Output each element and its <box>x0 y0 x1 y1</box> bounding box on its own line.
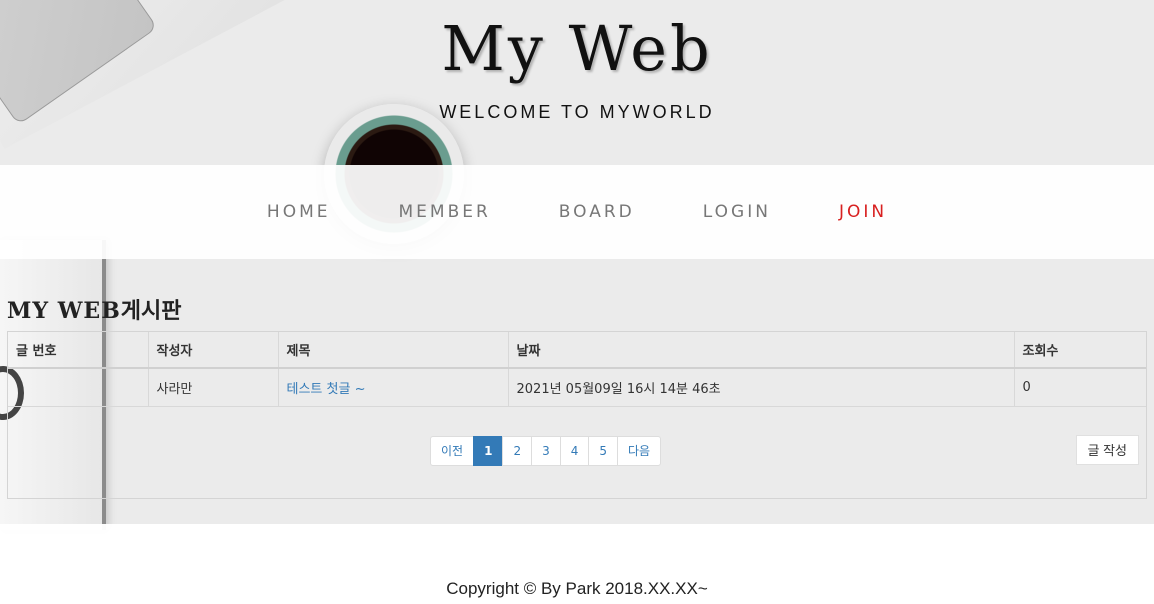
column-header-author: 작성자 <box>148 332 279 369</box>
board-section: MY WEB게시판 글 번호 작성자 제목 날짜 조회수 사라만 테스트 첫글 … <box>0 259 1154 524</box>
row-number <box>8 368 149 407</box>
pagination: 이전 1 2 3 4 5 다음 <box>430 435 662 466</box>
nav-join-link[interactable]: JOIN <box>839 202 887 222</box>
row-date: 2021년 05월09일 16시 14분 46초 <box>508 368 1015 407</box>
nav-board-link[interactable]: BOARD <box>559 202 635 222</box>
post-subject-link[interactable]: 테스트 첫글 ~ <box>287 382 366 397</box>
pagination-page-5[interactable]: 5 <box>588 435 619 466</box>
pager-row: 이전 1 2 3 4 5 다음 글 작성 <box>8 407 1146 499</box>
column-header-date: 날짜 <box>508 332 1015 369</box>
board-title: MY WEB게시판 <box>7 293 1147 324</box>
pagination-page-4[interactable]: 4 <box>559 435 590 466</box>
column-header-number: 글 번호 <box>8 332 149 369</box>
nav-home-link[interactable]: HOME <box>267 202 331 222</box>
pagination-prev-button[interactable]: 이전 <box>430 435 475 466</box>
column-header-views: 조회수 <box>1014 332 1146 369</box>
copyright-text: Copyright © By Park 2018.XX.XX~ <box>446 579 708 598</box>
table-header-row: 글 번호 작성자 제목 날짜 조회수 <box>8 332 1146 369</box>
site-subtitle: WELCOME TO MYWORLD <box>439 102 715 122</box>
row-views: 0 <box>1014 368 1146 407</box>
board-panel: 글 번호 작성자 제목 날짜 조회수 사라만 테스트 첫글 ~ 2021년 05… <box>7 331 1147 499</box>
main-nav: HOME MEMBER BOARD LOGIN JOIN <box>0 165 1154 259</box>
column-header-subject: 제목 <box>278 332 509 369</box>
nav-member-link[interactable]: MEMBER <box>399 202 491 222</box>
pagination-page-3[interactable]: 3 <box>531 435 561 466</box>
table-row: 사라만 테스트 첫글 ~ 2021년 05월09일 16시 14분 46초 0 <box>8 368 1146 407</box>
row-author: 사라만 <box>148 368 279 407</box>
row-subject: 테스트 첫글 ~ <box>278 368 509 407</box>
pagination-next-button[interactable]: 다음 <box>617 435 662 466</box>
site-footer: Copyright © By Park 2018.XX.XX~ <box>0 524 1154 604</box>
pagination-page-1[interactable]: 1 <box>473 435 504 466</box>
board-title-en: MY WEB <box>7 298 121 324</box>
site-title: My Web <box>441 12 713 85</box>
write-post-button[interactable]: 글 작성 <box>1075 434 1139 465</box>
site-header: My Web WELCOME TO MYWORLD <box>0 0 1154 165</box>
board-title-ko: 게시판 <box>120 299 182 324</box>
board-table: 글 번호 작성자 제목 날짜 조회수 사라만 테스트 첫글 ~ 2021년 05… <box>8 332 1146 407</box>
pagination-page-2[interactable]: 2 <box>502 435 533 466</box>
nav-login-link[interactable]: LOGIN <box>703 202 771 222</box>
